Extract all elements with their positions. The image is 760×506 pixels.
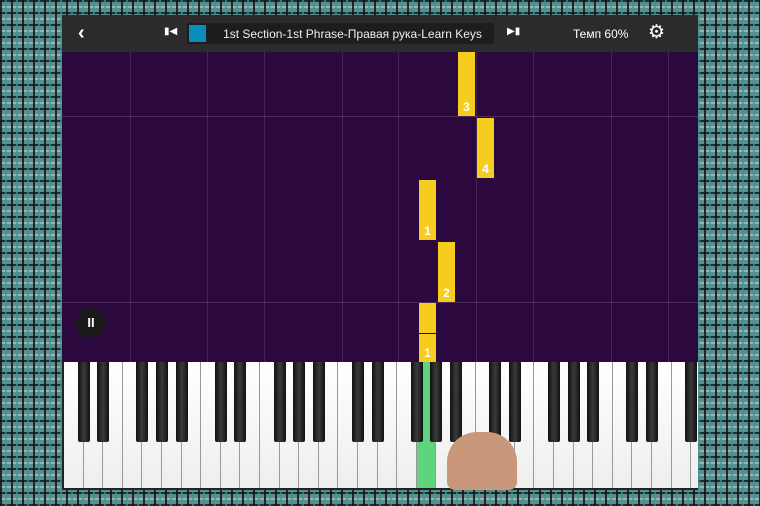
skip-next-icon[interactable]: ▶▮ xyxy=(507,26,520,37)
black-key[interactable] xyxy=(489,362,502,442)
hand-image xyxy=(447,432,517,490)
black-key[interactable] xyxy=(214,362,227,442)
black-key[interactable] xyxy=(371,362,384,442)
black-key[interactable] xyxy=(430,362,443,442)
black-key[interactable] xyxy=(77,362,90,442)
black-key[interactable] xyxy=(136,362,149,442)
note-block: 4 xyxy=(477,118,494,178)
black-key[interactable] xyxy=(97,362,110,442)
tempo-label[interactable]: Темп 60% xyxy=(573,27,628,41)
black-key[interactable] xyxy=(273,362,286,442)
gear-icon[interactable]: ⚙ xyxy=(648,21,665,44)
toolbar: ‹ ▮◀ 1st Section-1st Phrase-Правая рука-… xyxy=(62,15,698,52)
black-key[interactable] xyxy=(352,362,364,442)
lesson-title[interactable]: 1st Section-1st Phrase-Правая рука-Learn… xyxy=(187,23,494,44)
black-key[interactable] xyxy=(293,362,306,442)
lesson-title-text: 1st Section-1st Phrase-Правая рука-Learn… xyxy=(223,27,482,41)
black-key[interactable] xyxy=(508,362,521,442)
piano-roll: 3 4 1 2 1 II xyxy=(62,52,698,362)
black-key[interactable] xyxy=(587,362,600,442)
black-key[interactable] xyxy=(234,362,247,442)
black-key[interactable] xyxy=(567,362,580,442)
note-block: 1 xyxy=(419,180,436,240)
piano-keyboard[interactable] xyxy=(62,362,698,490)
skip-previous-icon[interactable]: ▮◀ xyxy=(164,26,177,37)
black-key[interactable] xyxy=(685,362,698,442)
black-key[interactable] xyxy=(646,362,658,442)
black-key[interactable] xyxy=(450,362,462,442)
note-block xyxy=(419,303,436,333)
black-key[interactable] xyxy=(410,362,423,442)
note-block: 3 xyxy=(458,52,475,116)
lesson-color-swatch xyxy=(189,25,206,42)
black-key[interactable] xyxy=(156,362,168,442)
black-key[interactable] xyxy=(626,362,639,442)
note-block: 2 xyxy=(438,242,455,302)
app-window: ‹ ▮◀ 1st Section-1st Phrase-Правая рука-… xyxy=(62,15,698,490)
pause-button[interactable]: II xyxy=(76,308,106,338)
note-block: 1 xyxy=(419,334,436,362)
black-key[interactable] xyxy=(175,362,188,442)
black-key[interactable] xyxy=(548,362,560,442)
back-button[interactable]: ‹ xyxy=(78,22,85,45)
black-key[interactable] xyxy=(312,362,325,442)
